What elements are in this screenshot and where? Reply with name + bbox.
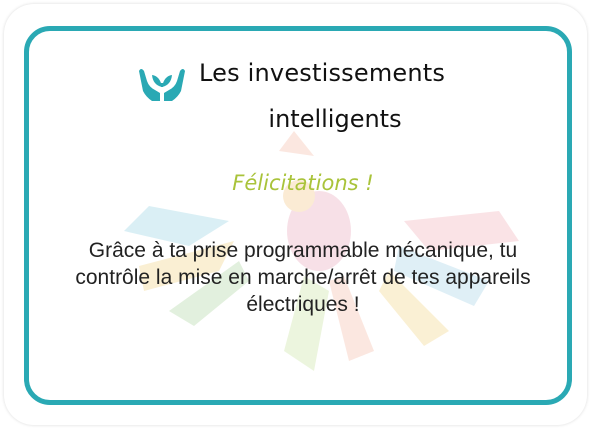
title-line-1: Les investissements — [199, 59, 446, 87]
info-card: Les investissements intelligents Félicit… — [24, 26, 572, 405]
title-line-2: intelligents — [268, 105, 402, 133]
title-block: Les investissements intelligents — [29, 59, 567, 149]
congrats-heading: Félicitations ! — [232, 171, 374, 195]
hands-holding-plant-icon — [139, 69, 185, 101]
message-text: Grâce à ta prise programmable mécanique,… — [75, 239, 531, 316]
